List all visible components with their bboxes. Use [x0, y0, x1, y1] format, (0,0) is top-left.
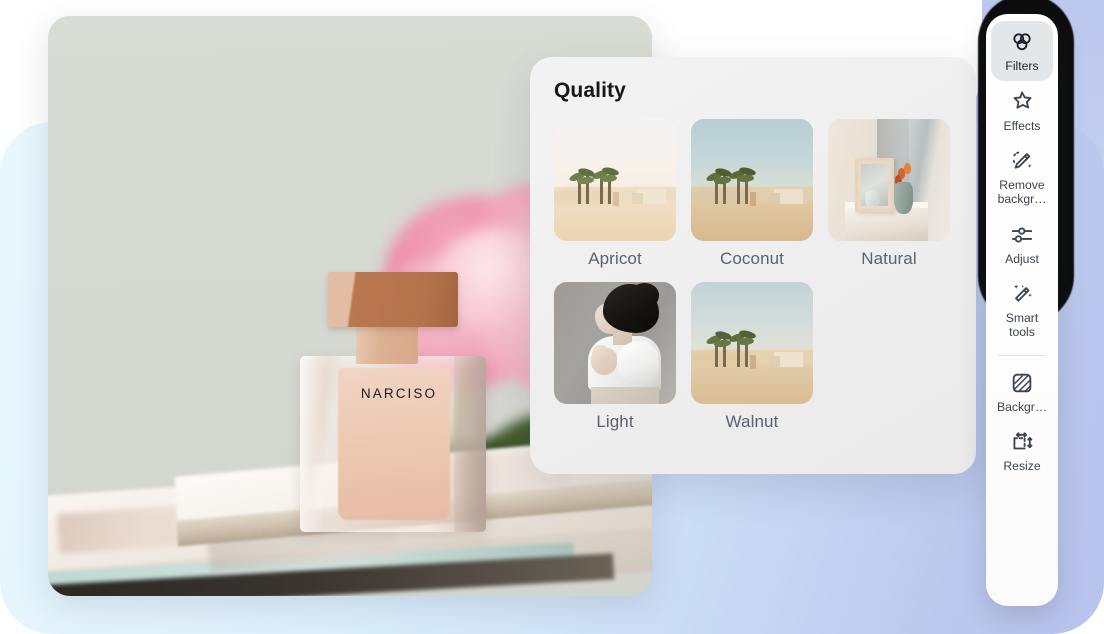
tool-smart-tools[interactable]: Smart tools	[991, 273, 1053, 346]
tool-effects[interactable]: Effects	[991, 81, 1053, 141]
preset-item-walnut[interactable]: Walnut	[691, 282, 813, 432]
desert-scene-apricot	[554, 119, 676, 241]
preset-thumbnail-walnut[interactable]	[691, 282, 813, 404]
tool-resize[interactable]: Resize	[991, 421, 1053, 481]
tool-label: Adjust	[1005, 253, 1039, 267]
preset-item-coconut[interactable]: Coconut	[691, 119, 813, 269]
resize-icon	[1009, 429, 1035, 455]
preset-grid: Apricot	[554, 119, 952, 432]
preset-label: Coconut	[691, 249, 813, 269]
preset-item-light[interactable]: Light	[554, 282, 676, 432]
tool-label: Filters	[1005, 60, 1038, 74]
preset-item-natural[interactable]: Natural	[828, 119, 950, 269]
background-icon	[1009, 370, 1035, 396]
filters-icon	[1009, 29, 1035, 55]
preset-label: Light	[554, 412, 676, 432]
desert-scene-coconut	[691, 119, 813, 241]
desert-scene-walnut	[691, 282, 813, 404]
toolbar-divider	[998, 355, 1046, 356]
preset-item-apricot[interactable]: Apricot	[554, 119, 676, 269]
tool-remove-background[interactable]: Remove backgr…	[991, 140, 1053, 213]
bottle-brand-text: NARCISO	[344, 386, 454, 401]
perfume-bottle: NARCISO	[284, 272, 504, 532]
adjust-sliders-icon	[1009, 222, 1035, 248]
app-canvas: NARCISO Quality	[0, 0, 1104, 634]
tool-label: Effects	[1003, 120, 1040, 134]
bottle-cap	[328, 272, 458, 327]
tool-background[interactable]: Backgr…	[991, 362, 1053, 422]
quality-panel: Quality	[530, 57, 976, 474]
panel-title: Quality	[554, 79, 952, 103]
preset-label: Walnut	[691, 412, 813, 432]
preset-thumbnail-light[interactable]	[554, 282, 676, 404]
bottle-neck	[356, 324, 418, 364]
tool-label: Remove backgr…	[998, 179, 1047, 206]
smart-tools-wand-icon	[1009, 281, 1035, 307]
preset-label: Natural	[828, 249, 950, 269]
tool-label: Smart tools	[1006, 312, 1039, 339]
effects-star-icon	[1009, 89, 1035, 115]
tool-filters[interactable]: Filters	[991, 21, 1053, 81]
preset-thumbnail-coconut[interactable]	[691, 119, 813, 241]
interior-mirror-vase	[828, 119, 950, 241]
preset-label: Apricot	[554, 249, 676, 269]
portrait-woman-profile	[554, 282, 676, 404]
preset-thumbnail-natural[interactable]	[828, 119, 950, 241]
tool-adjust[interactable]: Adjust	[991, 214, 1053, 274]
tool-label: Backgr…	[997, 401, 1047, 415]
editor-toolbar: Filters Effects Remove backgr…	[986, 14, 1058, 606]
preset-thumbnail-apricot[interactable]	[554, 119, 676, 241]
remove-background-icon	[1009, 148, 1035, 174]
tool-label: Resize	[1003, 460, 1040, 474]
